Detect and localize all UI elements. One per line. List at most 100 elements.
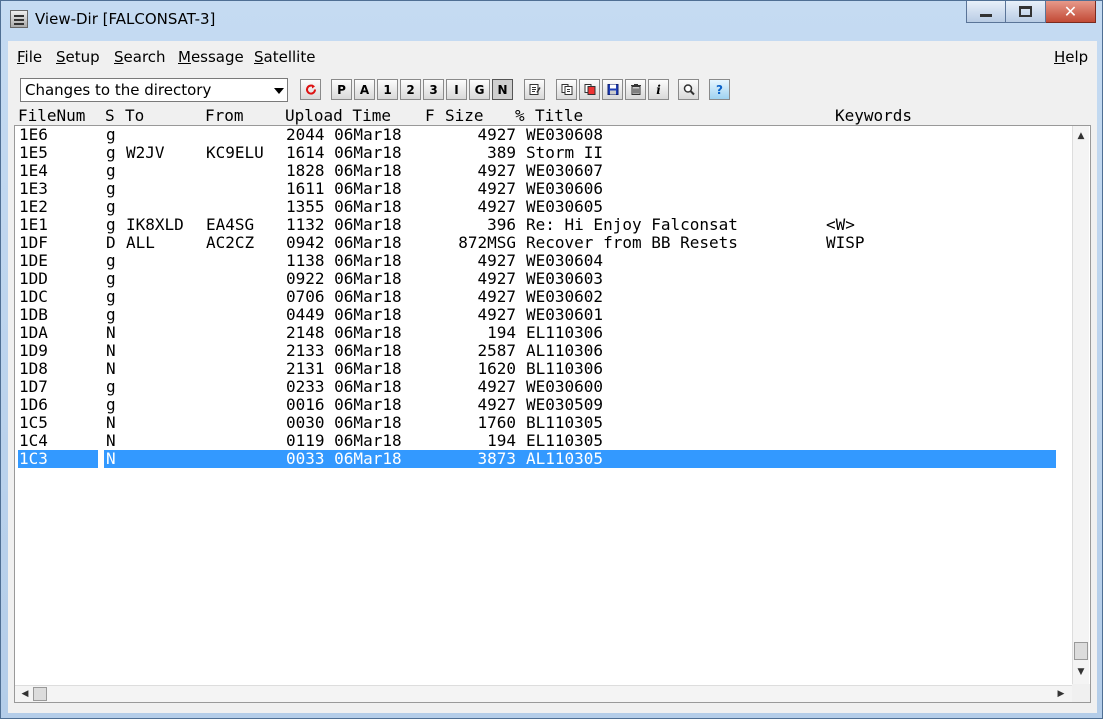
info-icon: i xyxy=(656,82,661,97)
vertical-scrollbar[interactable]: ▲ ▼ xyxy=(1072,126,1089,684)
filter-button-n[interactable]: N xyxy=(492,79,513,100)
save-button[interactable] xyxy=(602,79,623,100)
scroll-up-icon[interactable]: ▲ xyxy=(1075,130,1087,142)
table-row[interactable]: 1DF D ALL AC2CZ 0942 06Mar18 Recover from BB … xyxy=(18,234,1058,252)
table-row[interactable]: 1E6 g 2044 06Mar18 WE030608 4927 xyxy=(18,126,1058,144)
menu-satellite[interactable]: Satellite xyxy=(254,48,315,66)
table-row[interactable]: 1DC g 0706 06Mar18 WE030602 4927 xyxy=(18,288,1058,306)
header-size[interactable]: Size xyxy=(445,106,484,125)
header-title[interactable]: Title xyxy=(535,106,583,125)
minimize-icon xyxy=(980,14,992,17)
cell-upload: 1611 06Mar18 xyxy=(286,179,402,198)
close-button[interactable]: ✕ xyxy=(1046,1,1096,23)
table-row[interactable]: 1E2 g 1355 06Mar18 WE030605 4927 xyxy=(18,198,1058,216)
table-row[interactable]: 1E4 g 1828 06Mar18 WE030607 4927 xyxy=(18,162,1058,180)
info-button[interactable]: i xyxy=(648,79,669,100)
filter-button-p[interactable]: P xyxy=(331,79,352,100)
edit-button[interactable] xyxy=(524,79,545,100)
table-row[interactable]: 1C5 N 0030 06Mar18 BL110305 1760 xyxy=(18,414,1058,432)
cell-upload: 2131 06Mar18 xyxy=(286,359,402,378)
cell-filenum: 1E2 xyxy=(19,197,48,216)
cell-upload: 1132 06Mar18 xyxy=(286,215,402,234)
header-percent[interactable]: % xyxy=(515,106,525,125)
help-button[interactable]: ? xyxy=(709,79,730,100)
menu-message[interactable]: Message xyxy=(178,48,244,66)
cut-button[interactable] xyxy=(579,79,600,100)
filter-button-3[interactable]: 3 xyxy=(423,79,444,100)
cell-filenum: 1C3 xyxy=(19,449,48,468)
refresh-icon xyxy=(305,84,316,95)
cell-title: WE030603 xyxy=(526,269,604,288)
maximize-button[interactable] xyxy=(1006,1,1046,23)
cell-filenum: 1D8 xyxy=(19,359,48,378)
horizontal-scrollbar[interactable]: ◀ ▶ xyxy=(15,685,1073,702)
cell-filenum: 1C5 xyxy=(19,413,48,432)
cell-upload: 1828 06Mar18 xyxy=(286,161,402,180)
table-row[interactable]: 1DD g 0922 06Mar18 WE030603 4927 xyxy=(18,270,1058,288)
menu-help[interactable]: Help xyxy=(1054,48,1088,66)
directory-list[interactable]: 1E6 g 2044 06Mar18 WE030608 4927 1E5 g W2JV KC9E… xyxy=(14,125,1091,703)
table-row[interactable]: 1E1 g IK8XLD EA4SG 1132 06Mar18 Re: Hi Enjoy … xyxy=(18,216,1058,234)
header-f[interactable]: F xyxy=(425,106,435,125)
close-icon: ✕ xyxy=(1063,2,1078,21)
header-upload-time[interactable]: Upload Time xyxy=(285,106,391,125)
title-bar[interactable]: View-Dir [FALCONSAT-3] ✕ xyxy=(1,1,1102,39)
table-row[interactable]: 1E5 g W2JV KC9ELU 1614 06Mar18 Storm II 389 xyxy=(18,144,1058,162)
scroll-right-icon[interactable]: ▶ xyxy=(1055,688,1067,700)
header-to[interactable]: To xyxy=(125,106,144,125)
filter-button-a[interactable]: A xyxy=(354,79,375,100)
cell-upload: 0449 06Mar18 xyxy=(286,305,402,324)
vertical-scroll-thumb[interactable] xyxy=(1074,642,1088,660)
table-row[interactable]: 1D8 N 2131 06Mar18 BL110306 1620 xyxy=(18,360,1058,378)
table-row[interactable]: 1DE g 1138 06Mar18 WE030604 4927 xyxy=(18,252,1058,270)
menu-file[interactable]: File xyxy=(17,48,42,66)
header-s[interactable]: S xyxy=(105,106,115,125)
scroll-left-icon[interactable]: ◀ xyxy=(19,688,31,700)
window-frame: View-Dir [FALCONSAT-3] ✕ File Setup Sear… xyxy=(0,0,1103,719)
table-row[interactable]: 1DB g 0449 06Mar18 WE030601 4927 xyxy=(18,306,1058,324)
table-row[interactable]: 1DA N 2148 06Mar18 EL110306 194 xyxy=(18,324,1058,342)
cell-filenum: 1E5 xyxy=(19,143,48,162)
find-button[interactable] xyxy=(678,79,699,100)
table-row[interactable]: 1C4 N 0119 06Mar18 EL110305 194 xyxy=(18,432,1058,450)
menu-setup[interactable]: Setup xyxy=(56,48,100,66)
filter-button-1[interactable]: 1 xyxy=(377,79,398,100)
filter-button-i[interactable]: I xyxy=(446,79,467,100)
cell-s: N xyxy=(106,341,116,360)
cell-from: KC9ELU xyxy=(206,143,264,162)
cell-upload: 0030 06Mar18 xyxy=(286,413,402,432)
cell-filenum: 1E6 xyxy=(19,125,48,144)
scroll-down-icon[interactable]: ▼ xyxy=(1075,666,1087,678)
filter-button-g[interactable]: G xyxy=(469,79,490,100)
toolbar: Changes to the directory P A 1 2 3 I G N xyxy=(8,73,1097,103)
copy-button[interactable] xyxy=(556,79,577,100)
horizontal-scroll-thumb[interactable] xyxy=(33,687,47,701)
table-row[interactable]: 1C3 N 0033 06Mar18 AL110305 3873 xyxy=(18,450,1058,468)
cell-size: 4927 xyxy=(477,305,516,324)
cell-upload: 0016 06Mar18 xyxy=(286,395,402,414)
header-filenum[interactable]: FileNum xyxy=(18,106,85,125)
header-keywords[interactable]: Keywords xyxy=(835,106,912,125)
refresh-button[interactable] xyxy=(300,79,321,100)
app-icon xyxy=(10,10,28,28)
cell-size: 389 xyxy=(487,143,516,162)
filter-button-2[interactable]: 2 xyxy=(400,79,421,100)
header-from[interactable]: From xyxy=(205,106,244,125)
cell-upload: 2133 06Mar18 xyxy=(286,341,402,360)
cell-title: BL110305 xyxy=(526,413,604,432)
menu-search[interactable]: Search xyxy=(114,48,166,66)
cell-size: 4927 xyxy=(477,179,516,198)
table-row[interactable]: 1E3 g 1611 06Mar18 WE030606 4927 xyxy=(18,180,1058,198)
cell-from: AC2CZ xyxy=(206,233,255,252)
table-row[interactable]: 1D7 g 0233 06Mar18 WE030600 4927 xyxy=(18,378,1058,396)
cell-title: WE030604 xyxy=(526,251,604,270)
delete-button[interactable] xyxy=(625,79,646,100)
cell-size: 872MSG xyxy=(458,233,516,252)
window-controls: ✕ xyxy=(966,1,1096,23)
cell-s: g xyxy=(106,251,116,270)
table-row[interactable]: 1D9 N 2133 06Mar18 AL110306 2587 xyxy=(18,342,1058,360)
table-row[interactable]: 1D6 g 0016 06Mar18 WE030509 4927 xyxy=(18,396,1058,414)
minimize-button[interactable] xyxy=(966,1,1006,23)
cell-upload: 1614 06Mar18 xyxy=(286,143,402,162)
directory-filter-select[interactable]: Changes to the directory xyxy=(20,78,288,102)
